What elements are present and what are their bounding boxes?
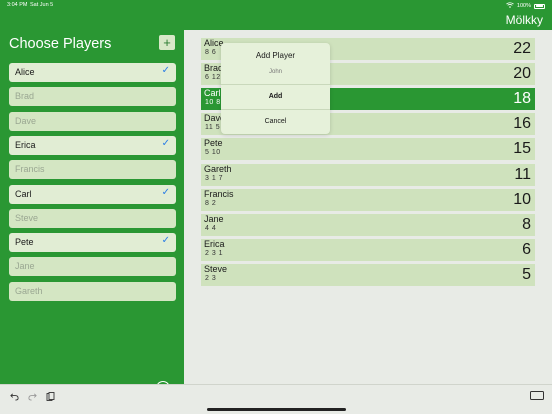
checkmark-icon: ✓ bbox=[161, 137, 170, 149]
score-throws: 10 8 bbox=[205, 99, 221, 107]
score-row-pete[interactable]: Pete 5 10 15 bbox=[201, 138, 535, 161]
checkmark-icon: ✓ bbox=[161, 235, 170, 247]
score-row-erica[interactable]: Erica 2 3 1 6 bbox=[201, 238, 535, 261]
score-row-jane[interactable]: Jane 4 4 8 bbox=[201, 213, 535, 236]
score-player-name: Jane bbox=[204, 213, 224, 224]
score-throws: 11 5 bbox=[205, 124, 221, 132]
score-total: 8 bbox=[522, 215, 531, 233]
bottom-toolbar bbox=[0, 384, 552, 414]
player-name: Steve bbox=[15, 212, 39, 223]
divider bbox=[221, 84, 330, 85]
score-total: 5 bbox=[522, 265, 531, 283]
score-player-name: Pete bbox=[204, 138, 223, 149]
score-total: 15 bbox=[513, 140, 531, 158]
score-throws: 8 6 bbox=[205, 49, 217, 56]
redo-icon[interactable] bbox=[28, 392, 37, 403]
checkmark-icon: ✓ bbox=[161, 65, 170, 76]
player-row-alice[interactable]: Alice ✓ bbox=[9, 63, 176, 82]
player-name: Erica bbox=[15, 139, 36, 150]
player-name: Gareth bbox=[15, 285, 43, 296]
score-total: 20 bbox=[513, 65, 531, 83]
score-player-name: Francis bbox=[204, 188, 234, 199]
player-row-francis[interactable]: Francis bbox=[9, 160, 176, 180]
score-total: 6 bbox=[522, 240, 531, 258]
score-total: 16 bbox=[513, 115, 531, 133]
score-total: 11 bbox=[514, 165, 531, 183]
player-name: Carl bbox=[15, 188, 32, 199]
score-player-name: Gareth bbox=[204, 163, 232, 174]
home-indicator bbox=[207, 408, 346, 411]
player-row-erica[interactable]: Erica ✓ bbox=[9, 135, 176, 155]
checkmark-icon: ✓ bbox=[161, 186, 170, 198]
top-bar: 3:04 PM Sat Jun 5 100% Mölkky bbox=[0, 0, 552, 30]
score-total: 10 bbox=[513, 190, 531, 208]
add-player-button[interactable]: + bbox=[159, 35, 175, 50]
score-throws: 5 10 bbox=[205, 149, 221, 157]
player-name: Dave bbox=[15, 115, 37, 126]
add-player-dialog: Add Player John Add Cancel bbox=[221, 43, 330, 134]
player-row-dave[interactable]: Dave bbox=[9, 111, 176, 131]
score-row-steve[interactable]: Steve 2 3 5 bbox=[201, 263, 535, 286]
player-name-field[interactable]: John bbox=[221, 69, 330, 75]
keyboard-icon[interactable] bbox=[530, 391, 544, 400]
score-throws: 8 2 bbox=[205, 199, 217, 207]
cancel-button[interactable]: Cancel bbox=[221, 118, 330, 125]
player-row-pete[interactable]: Pete ✓ bbox=[9, 233, 176, 253]
score-player-name: Erica bbox=[204, 238, 225, 249]
status-date: Sat Jun 5 bbox=[30, 2, 54, 8]
player-name: Pete bbox=[15, 237, 34, 248]
player-row-jane[interactable]: Jane bbox=[9, 257, 176, 277]
sidebar-title: Choose Players bbox=[9, 36, 112, 52]
app-title: Mölkky bbox=[505, 13, 543, 27]
player-row-carl[interactable]: Carl ✓ bbox=[9, 184, 176, 204]
sidebar: Choose Players + Alice ✓ Brad Dave Erica ✓ Fra… bbox=[0, 30, 184, 395]
player-name: Brad bbox=[15, 91, 35, 102]
player-name: Alice bbox=[15, 67, 35, 77]
clipboard-icon[interactable] bbox=[46, 392, 55, 404]
score-player-name: Steve bbox=[204, 263, 228, 274]
score-row-gareth[interactable]: Gareth 3 1 7 11 bbox=[201, 163, 535, 186]
divider bbox=[221, 109, 330, 110]
add-button[interactable]: Add bbox=[221, 93, 330, 100]
dialog-title: Add Player bbox=[255, 51, 296, 60]
score-row-francis[interactable]: Francis 8 2 10 bbox=[201, 188, 535, 211]
score-throws: 4 4 bbox=[205, 224, 217, 232]
score-throws: 6 12 bbox=[205, 74, 221, 82]
score-throws: 2 3 bbox=[205, 274, 217, 282]
status-indicators: 100% bbox=[506, 2, 545, 10]
score-player-name: Carl bbox=[204, 88, 221, 99]
player-name: Jane bbox=[15, 261, 35, 272]
player-name: Francis bbox=[15, 164, 45, 175]
player-row-gareth[interactable]: Gareth bbox=[9, 281, 176, 301]
battery-percent: 100% bbox=[516, 3, 531, 9]
status-time: 3:04 PM bbox=[7, 2, 28, 8]
undo-icon[interactable] bbox=[10, 392, 19, 403]
score-throws: 3 1 7 bbox=[205, 174, 224, 182]
player-row-steve[interactable]: Steve bbox=[9, 208, 176, 228]
score-total: 22 bbox=[513, 40, 531, 57]
wifi-icon bbox=[506, 2, 514, 10]
battery-icon bbox=[534, 3, 545, 9]
score-throws: 2 3 1 bbox=[205, 249, 224, 257]
score-total: 18 bbox=[513, 90, 531, 108]
player-row-brad[interactable]: Brad bbox=[9, 87, 176, 107]
